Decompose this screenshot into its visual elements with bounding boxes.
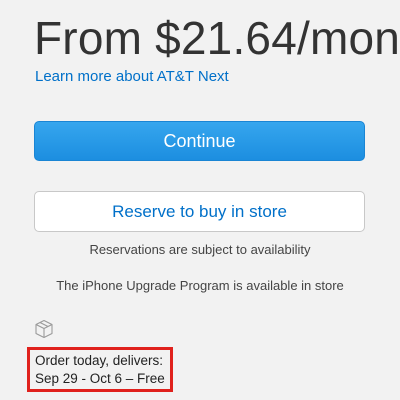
learn-more-att-next-link[interactable]: Learn more about AT&T Next xyxy=(35,68,229,86)
delivery-date-range: Sep 29 - Oct 6 – Free xyxy=(35,371,165,386)
store-purchase-panel: From $21.64/month Learn more about AT&T … xyxy=(0,0,400,400)
upgrade-program-note: The iPhone Upgrade Program is available … xyxy=(56,278,344,293)
continue-button[interactable]: Continue xyxy=(34,121,365,161)
delivery-estimate-highlight: Order today, delivers: Sep 29 - Oct 6 – … xyxy=(27,347,173,392)
monthly-price: From $21.64/month xyxy=(34,12,400,64)
box-icon xyxy=(35,319,53,339)
reservations-note: Reservations are subject to availability xyxy=(89,242,311,257)
reserve-in-store-button[interactable]: Reserve to buy in store xyxy=(34,191,365,232)
delivery-order-today: Order today, delivers: xyxy=(35,353,164,368)
